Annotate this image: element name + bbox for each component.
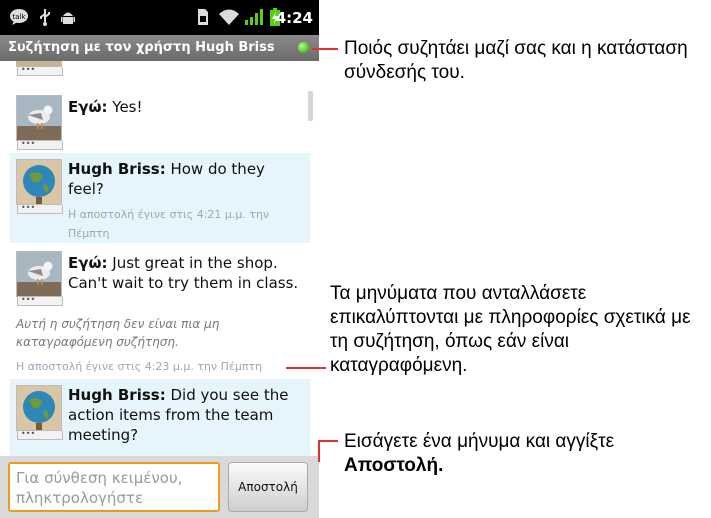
message-sender: Hugh Briss: (68, 386, 166, 404)
seagull-avatar-icon (17, 252, 61, 296)
status-bar: talk 4:24 (0, 0, 319, 35)
callout-conversation-partner: Ποιός συζητάει μαζί σας και η κατάσταση … (344, 38, 688, 83)
message-text: Hugh Briss: How do they feel? (68, 159, 304, 199)
sim-icon (198, 9, 208, 25)
avatar: ••• (16, 385, 63, 440)
talk-icon: talk (10, 9, 28, 25)
callout-leader-top (312, 48, 338, 50)
phone-screen: talk 4:24 Συζήτηση με τον χρήστη Hugh Br… (0, 0, 319, 518)
status-clock: 4:24 (275, 9, 313, 27)
avatar-more-icon[interactable]: ••• (17, 296, 63, 306)
seagull-avatar-icon (17, 96, 61, 140)
avatar: ••• (16, 159, 63, 214)
callout-compose-text: Εισάγετε ένα μήνυμα και αγγίξτε (344, 431, 615, 452)
wifi-icon (219, 9, 239, 25)
avatar: ••• (16, 61, 63, 76)
globe-avatar-icon (17, 386, 61, 430)
avatar-more-icon[interactable]: ••• (17, 66, 63, 76)
message-sender: Εγώ: (68, 254, 108, 272)
callout-leader-middle (286, 367, 326, 369)
notice-timestamp: Η αποστολή έγινε στις 4:23 μ.μ. την Πέμπ… (16, 360, 263, 373)
message-text: Εγώ: Yes! (68, 97, 304, 117)
message-sender: Εγώ: (68, 98, 108, 116)
chat-history[interactable]: ••• ••• Εγώ: Yes! ••• Hugh Briss: How do… (0, 61, 319, 456)
conversation-title-bar: Συζήτηση με τον χρήστη Hugh Briss (0, 35, 319, 61)
callout-leader-bottom-vertical (318, 440, 320, 462)
signal-icon (245, 9, 263, 25)
avatar: ••• (16, 251, 63, 306)
message-composer: Για σύνθεση κειμένου, πληκτρολογήστε Απο… (0, 456, 319, 518)
message-text: Εγώ: Just great in the shop. Can't wait … (68, 253, 304, 293)
avatar-more-icon[interactable]: ••• (17, 430, 63, 440)
message-item[interactable]: ••• Εγώ: Just great in the shop. Can't w… (10, 249, 310, 309)
avatar-more-icon[interactable]: ••• (17, 204, 63, 214)
message-item[interactable]: ••• Εγώ: Yes! (10, 89, 310, 150)
usb-icon (40, 9, 50, 26)
svg-text:talk: talk (12, 13, 26, 21)
globe-avatar-icon (17, 160, 61, 204)
avatar-more-icon[interactable]: ••• (17, 140, 63, 150)
callout-messages-info: Τα μηνύματα που ανταλλάσετε επικαλύπτοντ… (330, 283, 691, 376)
conversation-notice: Αυτή η συζήτηση δεν είναι πια μη καταγρα… (16, 317, 220, 349)
send-button[interactable]: Αποστολή (228, 462, 308, 512)
message-item[interactable]: ••• Hugh Briss: Did you see the action i… (10, 379, 310, 456)
message-text: Hugh Briss: Did you see the action items… (68, 385, 304, 445)
message-sender: Hugh Briss: (68, 160, 166, 178)
callout-leader-bottom (318, 440, 338, 442)
android-debug-icon (61, 12, 75, 24)
message-body: Yes! (107, 98, 143, 116)
avatar: ••• (16, 95, 63, 150)
chat-scrollbar[interactable] (308, 91, 313, 121)
message-item[interactable]: ••• Hugh Briss: How do they feel? Η αποσ… (10, 153, 310, 243)
callout-compose: Εισάγετε ένα μήνυμα και αγγίξτε Αποστολή. (344, 430, 704, 478)
conversation-title: Συζήτηση με τον χρήστη Hugh Briss (8, 40, 275, 55)
message-input[interactable]: Για σύνθεση κειμένου, πληκτρολογήστε (8, 462, 220, 512)
presence-indicator-icon (298, 42, 309, 53)
message-timestamp: Η αποστολή έγινε στις 4:21 μ.μ. την Πέμπ… (68, 208, 270, 240)
callout-compose-bold: Αποστολή. (344, 455, 444, 476)
